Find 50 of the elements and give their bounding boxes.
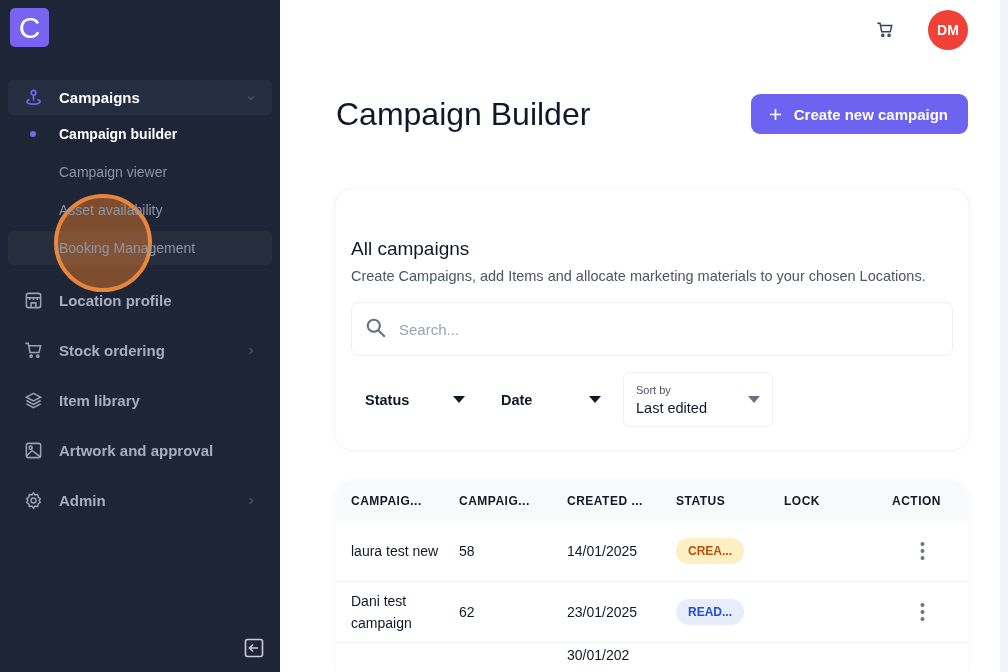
column-header: CREATED ...: [567, 494, 644, 508]
status-badge: READ...: [676, 599, 744, 625]
table-cell: Dani test campaign: [351, 593, 412, 631]
more-options-icon[interactable]: [920, 603, 925, 621]
caret-icon: [748, 395, 760, 404]
create-campaign-button[interactable]: Create new campaign: [750, 94, 968, 134]
user-avatar[interactable]: DM: [928, 10, 968, 50]
caret-icon: [589, 395, 601, 404]
nav-subitem[interactable]: Campaign viewer: [8, 155, 272, 189]
nav-item[interactable]: Admin: [8, 483, 272, 518]
pin-icon: [24, 88, 43, 107]
more-options-icon[interactable]: [920, 542, 925, 560]
page-title: Campaign Builder: [336, 95, 591, 133]
table-cell: 14/01/2025: [567, 543, 638, 559]
settings-icon: [24, 491, 43, 510]
nav-item[interactable]: Artwork and approval: [8, 433, 272, 468]
cart-icon[interactable]: [876, 21, 894, 39]
nav-subitem[interactable]: Campaign builder: [8, 117, 272, 151]
card-description: Create Campaigns, add Items and allocate marketing materials to your chosen Locations.: [351, 268, 927, 284]
plus-icon: [768, 107, 782, 121]
image-icon: [24, 441, 43, 460]
nav-item[interactable]: Item library: [8, 383, 272, 418]
nav-item[interactable]: Location profile: [8, 283, 272, 318]
status-badge: CREA...: [676, 538, 744, 564]
search-icon: [365, 317, 387, 339]
table-cell: 58: [459, 543, 475, 559]
table-cell: 30/01/202: [567, 647, 630, 663]
nav-item[interactable]: Campaigns: [8, 80, 272, 115]
table-cell: 62: [459, 604, 475, 620]
column-header: CAMPAIG...: [351, 494, 423, 508]
column-header: LOCK: [784, 494, 821, 508]
collapse-sidebar-icon[interactable]: [244, 638, 264, 658]
column-header: ACTION: [892, 494, 942, 508]
cart-icon: [24, 341, 43, 360]
sort-dropdown[interactable]: Sort by Last edited: [623, 372, 773, 427]
search-field[interactable]: Search...: [351, 302, 953, 356]
column-header: STATUS: [676, 494, 727, 508]
chevron-right-icon: [246, 345, 256, 356]
layers-icon: [24, 391, 43, 410]
table-cell: laura test new: [351, 543, 439, 559]
table-cell: 23/01/2025: [567, 604, 638, 620]
card-title: All campaigns: [351, 238, 471, 260]
column-header: CAMPAIG...: [459, 494, 531, 508]
storefront-icon: [24, 291, 43, 310]
filter-dropdown[interactable]: Date: [487, 391, 615, 408]
logo[interactable]: C: [10, 8, 49, 47]
chevron-right-icon: [246, 495, 256, 506]
caret-icon: [453, 395, 465, 404]
nav-item[interactable]: Stock ordering: [8, 333, 272, 368]
filter-dropdown[interactable]: Status: [351, 391, 479, 408]
